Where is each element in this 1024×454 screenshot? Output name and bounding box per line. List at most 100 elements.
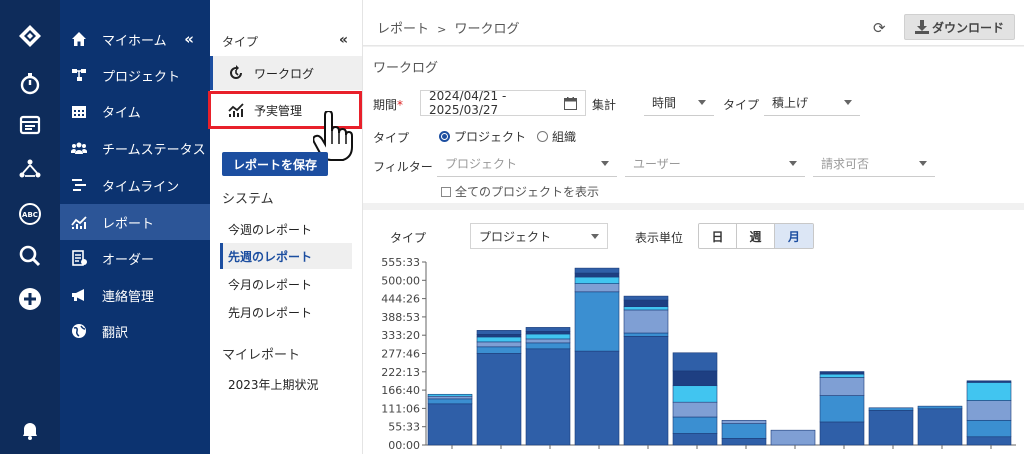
bar-segment xyxy=(819,371,865,375)
filter-label: フィルター xyxy=(373,160,433,174)
project-filter-placeholder: プロジェクト xyxy=(445,157,518,171)
stacked-bar-chart: 00:00 55:33 111:06 166:40 222:13 277:46 333:20… xyxy=(381,258,1016,452)
refresh-icon[interactable]: ⟳ xyxy=(873,19,886,37)
logo-icon[interactable] xyxy=(14,20,46,52)
calendar-icon[interactable] xyxy=(564,97,577,110)
my-reports-heading: マイレポート xyxy=(222,348,301,363)
y-tick-label: 277:46 xyxy=(381,348,420,361)
download-button[interactable]: ダウンロード xyxy=(904,14,1015,40)
order-icon xyxy=(68,249,90,267)
nav-item-project[interactable]: プロジェクト xyxy=(60,57,210,93)
project-filter-select[interactable]: プロジェクト xyxy=(437,151,617,177)
unit-day-button[interactable]: 日 xyxy=(699,224,737,248)
bar-segment xyxy=(966,380,1012,383)
nav-item-order[interactable]: オーダー xyxy=(60,240,210,276)
abc-icon[interactable]: ABC xyxy=(14,198,46,230)
nav-item-label: プロジェクト xyxy=(102,69,181,85)
chart-type-select[interactable]: プロジェクト xyxy=(470,223,608,249)
billable-filter-select[interactable]: 請求可否 xyxy=(813,151,935,177)
user-filter-placeholder: ユーザー xyxy=(633,157,681,171)
y-tick-label: 555:33 xyxy=(381,258,420,269)
org-icon[interactable] xyxy=(14,153,46,185)
period-date-range-input[interactable]: 2024/04/21 - 2025/03/27 xyxy=(420,89,586,117)
bar-segment xyxy=(917,405,963,410)
breadcrumb-current: ワークログ xyxy=(454,22,520,37)
top-bar: レポート > ワークログ ⟳ ダウンロード xyxy=(363,0,1024,46)
aggregation-select[interactable]: 時間 xyxy=(644,90,714,116)
breadcrumb-separator: > xyxy=(437,23,447,36)
nav-item-label: オーダー xyxy=(102,252,155,268)
bar-segment xyxy=(672,433,718,446)
nav-item-label: タイム xyxy=(102,105,141,121)
bar-segment xyxy=(672,416,718,434)
bar-segment xyxy=(770,429,816,446)
show-all-projects-checkbox[interactable]: 全てのプロジェクトを表示 xyxy=(441,183,599,200)
nav-item-time[interactable]: タイム xyxy=(60,93,210,129)
bar-segment xyxy=(574,350,620,446)
bar-segment xyxy=(819,395,865,423)
aggregation-value: 時間 xyxy=(652,96,677,110)
bar-segment xyxy=(476,353,522,446)
y-tick-label: 333:20 xyxy=(381,329,420,342)
bar-segment xyxy=(672,385,718,403)
bar-segment xyxy=(917,408,963,446)
stopwatch-icon[interactable] xyxy=(14,67,46,99)
nav-item-my-home[interactable]: マイホーム xyxy=(60,21,210,57)
nav-item-timeline[interactable]: タイムライン xyxy=(60,167,210,203)
bar-segment xyxy=(574,267,620,274)
period-value: 2024/04/21 - 2025/03/27 xyxy=(429,89,507,117)
download-label: ダウンロード xyxy=(931,20,1004,35)
bar-segment xyxy=(476,334,522,338)
nav-item-report[interactable]: レポート xyxy=(60,204,210,240)
nav-item-translation[interactable]: 翻訳 xyxy=(60,313,210,349)
bar-segment xyxy=(966,419,1012,438)
save-report-button[interactable]: レポートを保存 xyxy=(222,152,328,176)
type-item-worklog[interactable]: ワークログ xyxy=(210,56,362,90)
bar-segment xyxy=(966,436,1012,446)
chart-panel: タイプ プロジェクト 表示単位 日 週 月 00:00 55:33 111:06 16… xyxy=(363,210,1024,454)
aggregation-label: 集計 xyxy=(592,98,617,112)
bar-segment xyxy=(427,395,473,400)
globe-icon xyxy=(68,322,90,340)
bar-segment xyxy=(427,403,473,446)
bar-segment xyxy=(525,327,571,332)
chart-icon xyxy=(68,213,90,231)
bar-segment xyxy=(476,330,522,335)
home-icon xyxy=(68,30,90,48)
system-report-this-week[interactable]: 今週のレポート xyxy=(220,216,352,242)
hierarchy-icon xyxy=(68,66,90,84)
bar-segment xyxy=(966,382,1012,401)
system-report-last-month[interactable]: 先月のレポート xyxy=(220,299,352,325)
nav-item-label: タイムライン xyxy=(102,179,180,195)
calendar-icon xyxy=(68,102,90,120)
bar-segment xyxy=(476,346,522,354)
bar-segment xyxy=(819,421,865,446)
bar-segment xyxy=(525,333,571,340)
type-label: タイプ xyxy=(373,131,410,145)
folder-icon[interactable] xyxy=(14,109,46,141)
main-nav: « マイホーム プロジェクト タイム チームステータス タイムライン レポート … xyxy=(60,0,210,454)
nav-item-team-status[interactable]: チームステータス xyxy=(60,130,210,166)
unit-month-button[interactable]: 月 xyxy=(775,224,813,248)
system-report-last-week[interactable]: 先週のレポート xyxy=(220,243,352,269)
breadcrumb-root[interactable]: レポート xyxy=(377,22,429,37)
system-report-this-month[interactable]: 今月のレポート xyxy=(220,271,352,297)
search-icon[interactable] xyxy=(14,240,46,272)
bar-segment xyxy=(672,352,718,372)
bar-segment xyxy=(721,423,767,439)
y-tick-label: 111:06 xyxy=(381,402,420,415)
sub-collapse-button[interactable]: « xyxy=(339,32,348,48)
my-report-item[interactable]: 2023年上期状況 xyxy=(220,371,352,397)
nav-item-contact-management[interactable]: 連絡管理 xyxy=(60,277,210,313)
stack-type-label: タイプ xyxy=(723,98,760,112)
stack-type-select[interactable]: 積上げ xyxy=(764,90,860,116)
type-item-label: ワークログ xyxy=(254,66,315,81)
bell-icon[interactable] xyxy=(14,414,46,446)
icon-rail: ABC xyxy=(0,0,60,454)
radio-organization[interactable]: 組織 xyxy=(537,128,576,145)
user-filter-select[interactable]: ユーザー xyxy=(625,151,805,177)
radio-project[interactable]: プロジェクト xyxy=(439,128,526,145)
plus-circle-icon[interactable] xyxy=(14,283,46,315)
timeline-icon xyxy=(68,176,90,194)
unit-week-button[interactable]: 週 xyxy=(737,224,775,248)
